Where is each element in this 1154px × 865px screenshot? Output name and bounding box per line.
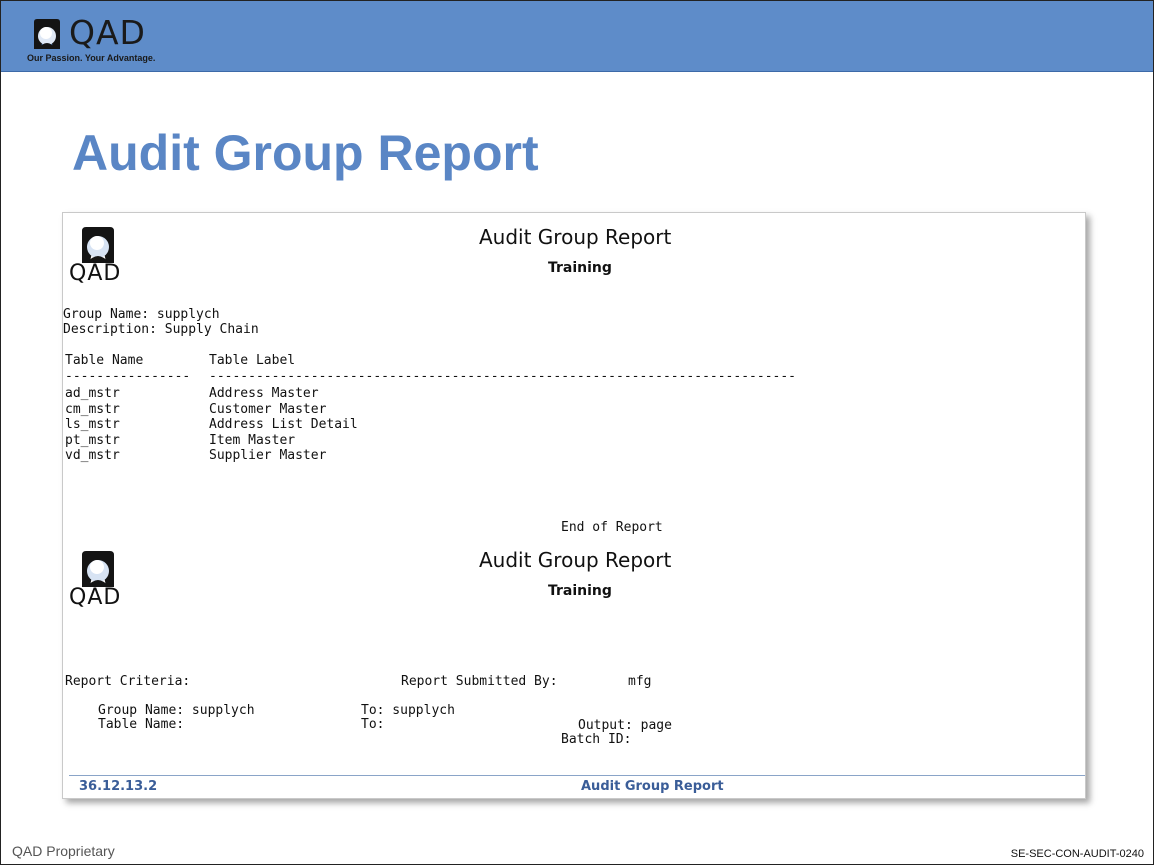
report-logo-word: QAD (69, 585, 122, 610)
report-footer: 36.12.13.2 Audit Group Report (69, 775, 1085, 794)
qad-logo-icon (34, 19, 60, 49)
report-subtitle: Training (548, 260, 612, 276)
output-label: Output: page (578, 718, 672, 733)
footer-report-name: Audit Group Report (581, 779, 724, 794)
table-row-label: Supplier Master (209, 448, 327, 463)
submitted-by-value: mfg (628, 674, 652, 689)
report-title: Audit Group Report (479, 548, 672, 572)
report-title: Audit Group Report (479, 225, 672, 249)
table-row-label: Customer Master (209, 402, 327, 417)
criteria-table-name: Table Name: (98, 717, 185, 732)
table-row-name: pt_mstr (65, 433, 120, 448)
batch-id-label: Batch ID: (561, 732, 632, 747)
end-of-report: End of Report (561, 520, 663, 535)
table-row-label: Address List Detail (209, 417, 358, 432)
table-row-name: cm_mstr (65, 402, 120, 417)
qad-globe-icon (82, 551, 114, 587)
criteria-group-to: To: supplych (361, 703, 455, 718)
column-header-table-label: Table Label (209, 353, 296, 368)
logo-tagline: Our Passion. Your Advantage. (27, 53, 156, 63)
criteria-group-name: Group Name: supplych (98, 703, 255, 718)
header-bar: QAD Our Passion. Your Advantage. (1, 1, 1153, 72)
report-subtitle: Training (548, 583, 612, 599)
criteria-table-to: To: (361, 717, 385, 732)
qad-globe-icon (82, 227, 114, 263)
description-line: Description: Supply Chain (63, 322, 259, 337)
slide-code: SE-SEC-CON-AUDIT-0240 (1010, 848, 1144, 860)
logo-wordmark: QAD (69, 13, 146, 52)
column-header-table-name: Table Name (65, 353, 144, 368)
table-row-name: ad_mstr (65, 386, 120, 401)
program-number: 36.12.13.2 (79, 779, 158, 794)
table-row-label: Address Master (209, 386, 319, 401)
report-window: QAD Audit Group Report Training Group Na… (62, 212, 1086, 799)
group-name-line: Group Name: supplych (63, 307, 220, 322)
separator-line: ----------------------------------------… (209, 369, 796, 384)
table-row-label: Item Master (209, 433, 296, 448)
table-row-name: ls_mstr (65, 417, 120, 432)
submitted-by-label: Report Submitted By: (401, 674, 558, 689)
report-criteria-label: Report Criteria: (65, 674, 191, 689)
proprietary-label: QAD Proprietary (12, 843, 115, 859)
report-logo-word: QAD (69, 261, 122, 286)
separator-line: ---------------- (65, 369, 191, 384)
table-row-name: vd_mstr (65, 448, 120, 463)
page-title: Audit Group Report (72, 125, 539, 181)
